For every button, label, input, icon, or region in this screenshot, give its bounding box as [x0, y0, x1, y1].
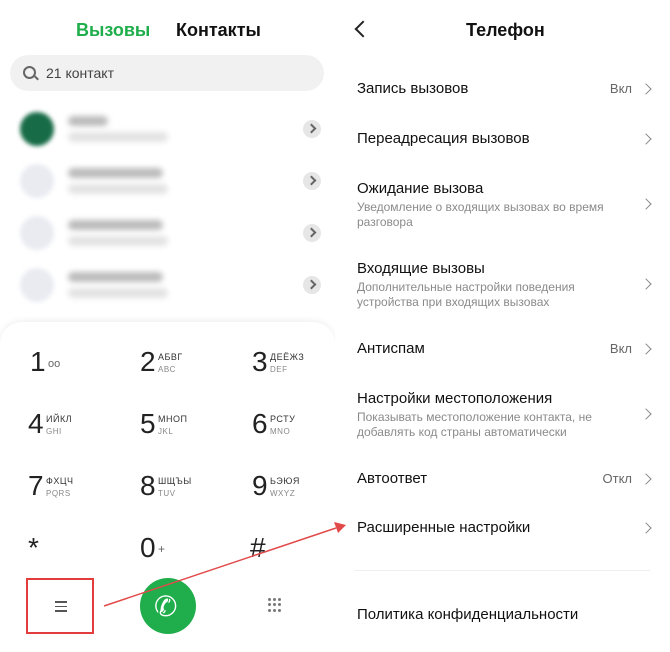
annotation-arrow: [103, 522, 346, 607]
